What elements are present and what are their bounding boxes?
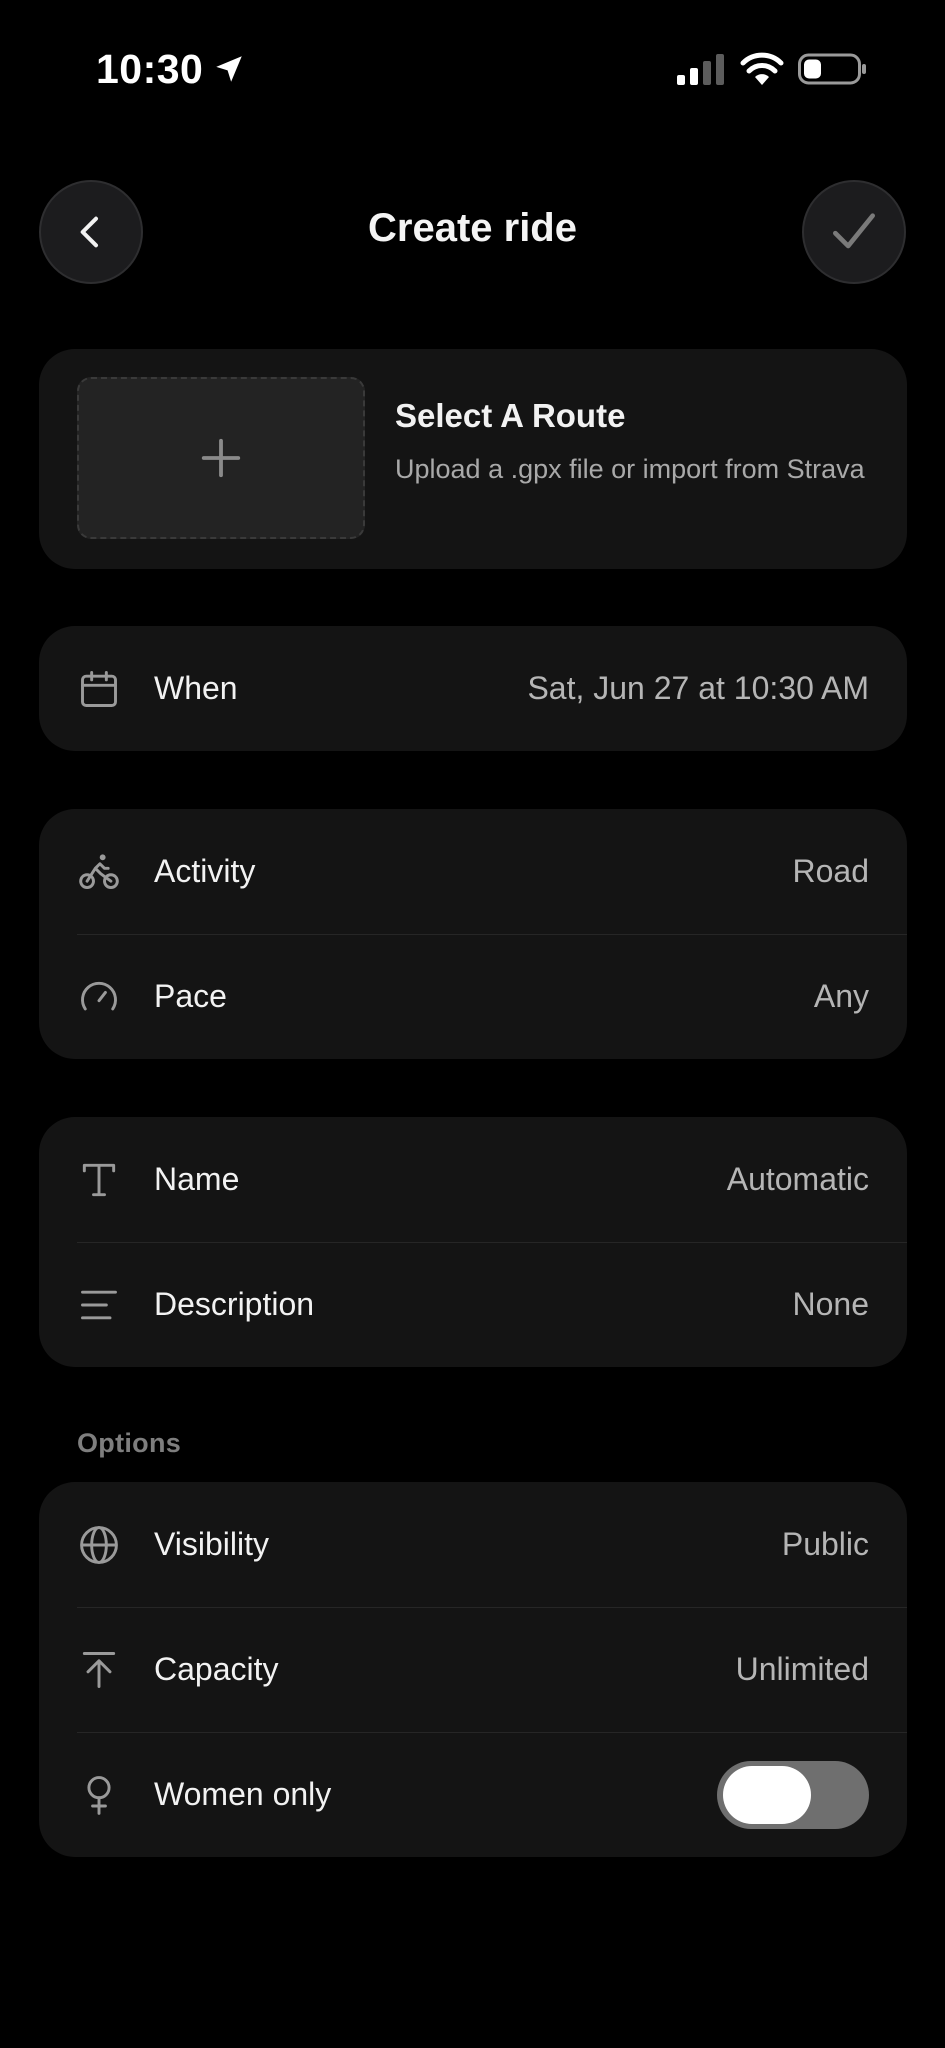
pace-label: Pace <box>154 978 227 1014</box>
visibility-value: Public <box>781 1526 869 1562</box>
status-time: 10:30 <box>96 46 204 92</box>
route-title: Select A Route <box>395 397 626 434</box>
activity-card: Activity Road Pace Any <box>39 809 907 1059</box>
activity-label: Activity <box>154 853 256 889</box>
women-only-row: Women only <box>39 1732 907 1857</box>
description-label: Description <box>154 1286 315 1322</box>
name-value: Automatic <box>726 1161 869 1197</box>
lines-icon <box>81 1290 117 1320</box>
capacity-value: Unlimited <box>735 1651 869 1687</box>
globe-icon <box>80 1526 118 1564</box>
name-row[interactable]: Name Automatic <box>39 1117 907 1242</box>
location-arrow-icon <box>216 56 242 82</box>
options-section-label: Options <box>77 1428 182 1458</box>
women-only-label: Women only <box>154 1776 332 1812</box>
text-icon <box>82 1163 116 1197</box>
when-card: When Sat, Jun 27 at 10:30 AM <box>39 626 907 751</box>
plus-icon <box>201 438 241 478</box>
capacity-label: Capacity <box>154 1651 279 1687</box>
activity-row[interactable]: Activity Road <box>39 809 907 934</box>
visibility-row[interactable]: Visibility Public <box>39 1482 907 1607</box>
route-subtitle: Upload a .gpx file or import from Strava <box>395 454 865 484</box>
capacity-row[interactable]: Capacity Unlimited <box>39 1607 907 1732</box>
women-only-toggle[interactable] <box>717 1761 869 1829</box>
when-row[interactable]: When Sat, Jun 27 at 10:30 AM <box>39 626 907 751</box>
checkmark-icon <box>833 213 875 249</box>
visibility-label: Visibility <box>154 1526 269 1562</box>
when-label: When <box>154 670 238 706</box>
wifi-icon <box>740 52 784 85</box>
name-card: Name Automatic Description None <box>39 1117 907 1367</box>
confirm-button[interactable] <box>802 180 906 284</box>
select-route-card[interactable]: Select A Route Upload a .gpx file or imp… <box>39 349 907 569</box>
description-value: None <box>792 1286 870 1322</box>
name-label: Name <box>154 1161 240 1197</box>
description-row[interactable]: Description None <box>39 1242 907 1367</box>
calendar-icon <box>81 671 117 707</box>
status-bar: 10:30 <box>0 0 945 140</box>
arrow-up-bar-icon <box>82 1652 116 1688</box>
when-value: Sat, Jun 27 at 10:30 AM <box>527 670 869 706</box>
options-card: Visibility Public Capacity Unlimited Wom… <box>39 1482 907 1857</box>
battery-icon <box>798 53 866 85</box>
route-upload-placeholder[interactable] <box>77 377 365 539</box>
activity-value: Road <box>792 853 870 889</box>
cellular-signal-icon <box>677 54 724 85</box>
pace-row[interactable]: Pace Any <box>39 934 907 1059</box>
pace-value: Any <box>813 978 869 1014</box>
female-symbol-icon <box>87 1776 111 1815</box>
bicycle-icon <box>79 854 119 890</box>
speedometer-icon <box>81 981 117 1011</box>
toggle-knob <box>723 1766 811 1824</box>
